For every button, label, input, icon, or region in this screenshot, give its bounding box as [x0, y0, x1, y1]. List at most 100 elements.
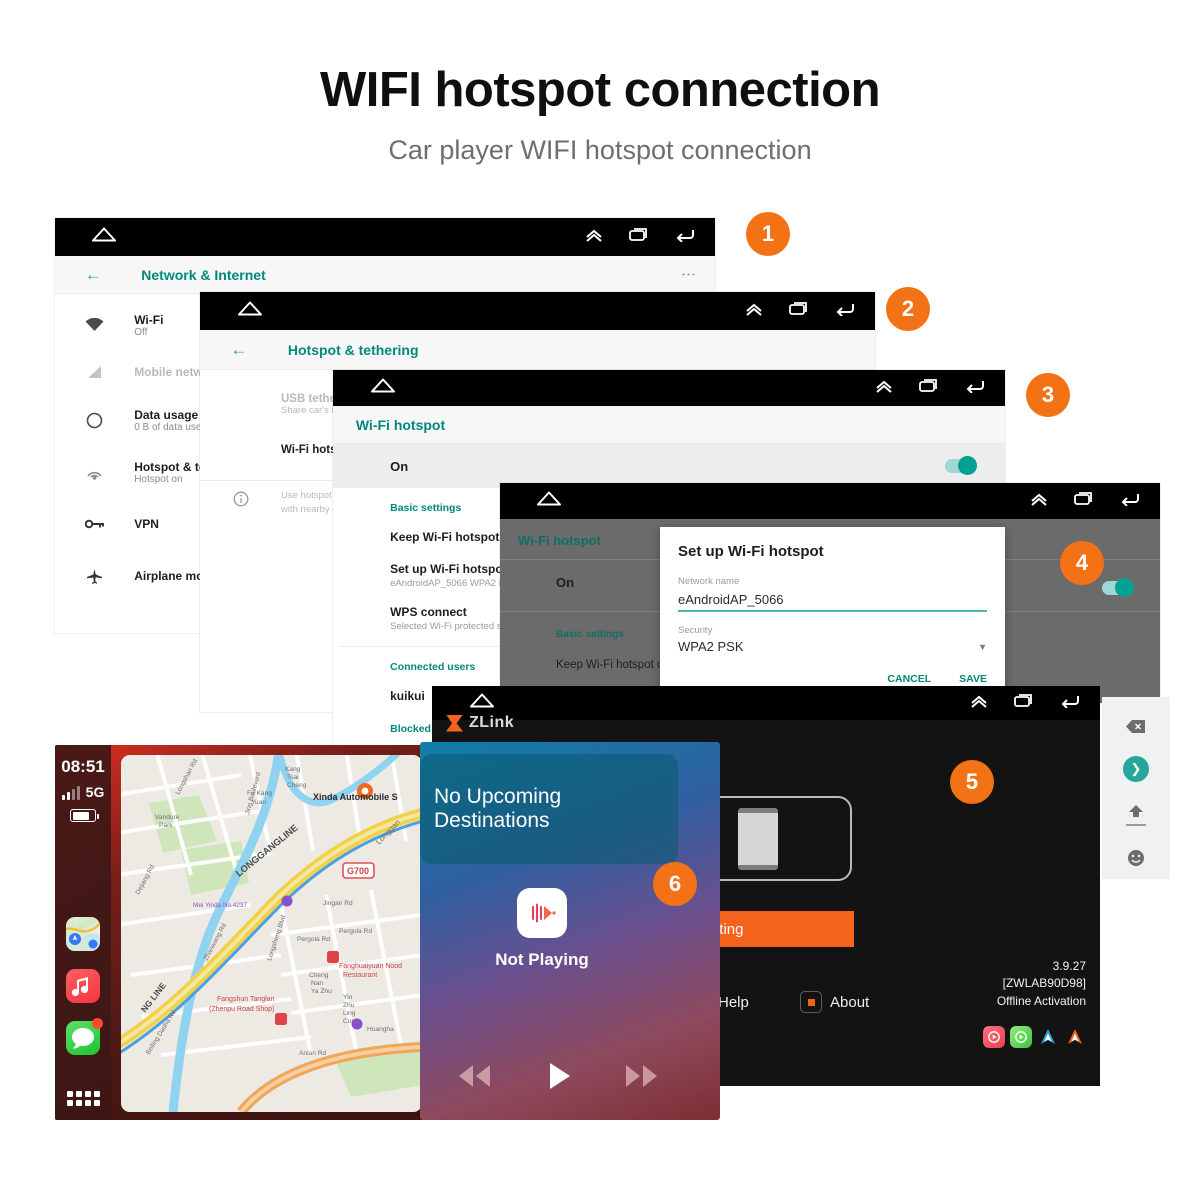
page-subtitle: Car player WIFI hotspot connection [388, 135, 812, 165]
overflow-menu-icon[interactable]: ⋮ [680, 267, 697, 282]
carplay-sidebar: 08:51 5G [55, 745, 111, 1120]
svg-text:Fangshun Tanglan: Fangshun Tanglan [217, 996, 275, 1003]
signal-icon [55, 365, 134, 379]
carplay-app-icon[interactable] [983, 1026, 1005, 1048]
backspace-icon[interactable] [1125, 719, 1147, 734]
back-icon[interactable] [1060, 694, 1080, 713]
version-info: 3.9.27 [ZWLAB90D98] Offline Activation [997, 958, 1086, 1010]
status-bar [200, 292, 875, 330]
back-icon[interactable] [835, 302, 855, 321]
music-app-icon[interactable] [66, 969, 100, 1003]
battery-icon [70, 809, 99, 822]
previous-button[interactable] [452, 1061, 496, 1096]
section-basic-settings: Basic settings [556, 629, 624, 640]
recents-icon[interactable] [1014, 693, 1034, 713]
hotspot-switch[interactable] [1102, 578, 1134, 597]
play-button[interactable] [541, 1059, 575, 1098]
hotspot-icon [55, 464, 134, 480]
page-title: WIFI hotspot connection [319, 63, 881, 117]
home-icon[interactable] [370, 378, 396, 399]
panel-media-dashboard: No Upcoming Destinations Not Playing [420, 742, 720, 1120]
svg-text:Xinda Automobile S: Xinda Automobile S [313, 792, 398, 802]
svg-text:Cun: Cun [343, 1018, 355, 1025]
dialog-title: Set up Wi-Fi hotspot [678, 543, 824, 560]
setup-wifi-hotspot-dialog: Set up Wi-Fi hotspot Network name eAndro… [660, 527, 1005, 703]
mirror-blue-icon[interactable] [1037, 1026, 1059, 1048]
enter-key[interactable]: ❯ [1123, 756, 1149, 782]
network-name-input[interactable]: eAndroidAP_5066 [678, 592, 987, 607]
zlink-logo-text: ZLink [469, 714, 515, 731]
app-bar-title: Wi-Fi hotspot [355, 416, 446, 433]
panel-setup-dialog: Wi-Fi hotspot On Basic settings Keep Wi-… [500, 483, 1160, 703]
chevron-down-icon[interactable]: ▼ [978, 642, 987, 652]
hotspot-toggle-row[interactable]: On [333, 444, 1005, 488]
app-bar: Wi-Fi hotspot [333, 406, 1005, 444]
expand-up-icon[interactable] [745, 302, 763, 321]
phone-icon [738, 808, 778, 870]
recents-icon[interactable] [918, 378, 939, 398]
recents-icon[interactable] [1074, 491, 1094, 511]
now-playing-label: Not Playing [495, 950, 589, 969]
transport-controls [420, 1059, 720, 1098]
destinations-card[interactable]: No Upcoming Destinations [420, 754, 678, 864]
unread-badge [92, 1018, 103, 1029]
mirror-orange-icon[interactable] [1064, 1026, 1086, 1048]
recents-icon[interactable] [788, 301, 809, 321]
android-auto-app-icon[interactable] [1010, 1026, 1032, 1048]
svg-text:Cheng: Cheng [309, 972, 329, 979]
svg-text:G700: G700 [347, 866, 369, 876]
chevron-right-icon: ❯ [1123, 756, 1149, 782]
expand-up-icon[interactable] [875, 379, 893, 398]
back-icon[interactable] [675, 228, 695, 247]
app-grid-icon[interactable] [66, 1091, 100, 1106]
maps-app-icon[interactable] [66, 917, 100, 951]
messages-app-icon[interactable] [66, 1018, 103, 1055]
svg-text:Pergola Rd: Pergola Rd [297, 936, 330, 943]
home-icon[interactable] [469, 693, 495, 714]
emoji-icon[interactable] [1126, 848, 1146, 868]
svg-text:Vandure: Vandure [155, 814, 180, 821]
home-icon[interactable] [91, 227, 117, 248]
supported-apps-row [983, 1026, 1086, 1048]
step-badge-4: 4 [1060, 541, 1104, 585]
back-arrow-icon[interactable]: ← [230, 340, 247, 360]
network-name-label: Network name [678, 576, 740, 587]
step-badge-5: 5 [950, 760, 994, 804]
back-arrow-icon[interactable]: ← [85, 265, 102, 285]
back-icon[interactable] [965, 379, 985, 398]
svg-text:Zhu: Zhu [343, 1002, 355, 1009]
shift-icon[interactable] [1126, 804, 1146, 826]
list-item-label: Wi-Fi [134, 312, 164, 327]
version-number: 3.9.27 [1052, 959, 1086, 973]
now-playing-app-icon[interactable] [517, 888, 567, 938]
list-item-sub: 0 B of data used [134, 421, 208, 433]
home-icon[interactable] [536, 491, 562, 512]
expand-up-icon[interactable] [1030, 492, 1048, 511]
step-badge-6: 6 [653, 862, 697, 906]
cancel-button[interactable]: CANCEL [887, 673, 931, 685]
about-button[interactable]: About [800, 991, 869, 1013]
svg-text:Cheng: Cheng [287, 782, 307, 789]
svg-text:(Zhenpu Road Shop): (Zhenpu Road Shop) [209, 1006, 274, 1013]
svg-text:Yin: Yin [343, 994, 353, 1001]
security-select[interactable]: WPA2 PSK [678, 639, 744, 654]
recents-icon[interactable] [629, 227, 649, 247]
list-item-sub: Off [134, 326, 148, 338]
home-icon[interactable] [237, 301, 263, 322]
svg-text:Ya Zhu: Ya Zhu [311, 988, 332, 995]
svg-text:Ling: Ling [343, 1010, 356, 1017]
map-render: G700 KangTsaiCheng Fu KangYuan VandurePa… [121, 755, 422, 1112]
hotspot-switch[interactable] [944, 456, 977, 475]
list-item-keep-on[interactable]: Keep Wi-Fi hotspot on [556, 659, 670, 671]
next-button[interactable] [620, 1061, 664, 1096]
save-button[interactable]: SAVE [959, 673, 987, 685]
app-bar: ← Network & Internet ⋮ [55, 256, 715, 294]
map-view[interactable]: G700 Kang Tsai Cheng Fu Kang Yuan Vandure Pa… [121, 755, 422, 1112]
svg-text:Pergola Rd: Pergola Rd [339, 928, 372, 935]
svg-text:Tsai: Tsai [287, 774, 299, 781]
expand-up-icon[interactable] [970, 694, 988, 713]
svg-text:Nan: Nan [311, 980, 323, 987]
poster-root: WIFI hotspot connection Car player WIFI … [0, 0, 1200, 1200]
expand-up-icon[interactable] [585, 228, 603, 247]
back-icon[interactable] [1120, 492, 1140, 511]
